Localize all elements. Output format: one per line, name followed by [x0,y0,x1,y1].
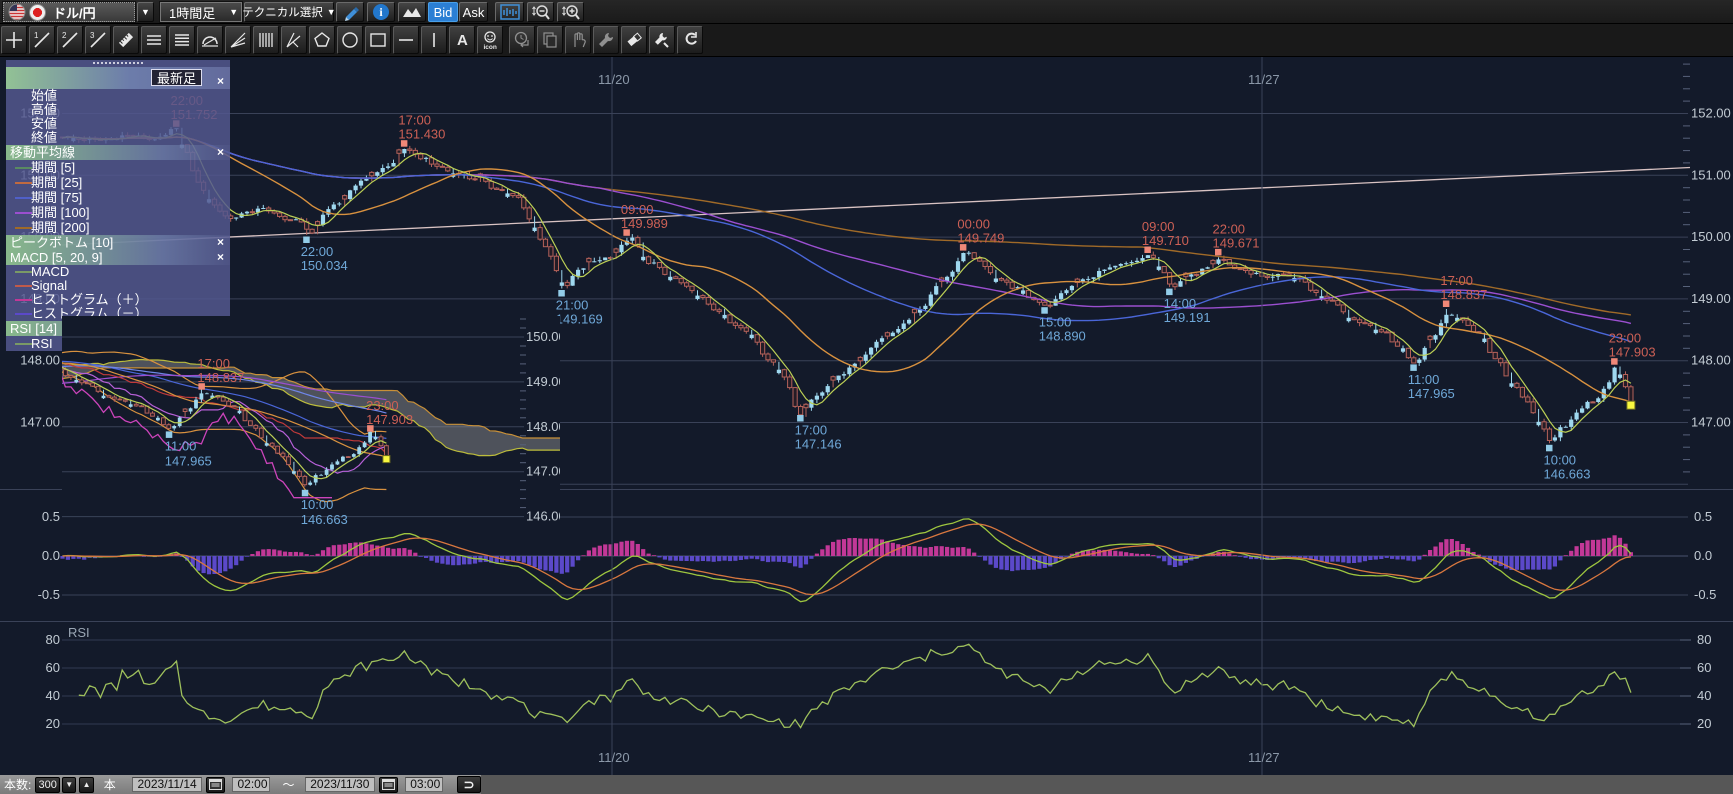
svg-text:147.965: 147.965 [165,453,212,468]
svg-text:147.146: 147.146 [795,437,842,452]
svg-text:11/27: 11/27 [1248,750,1280,765]
svg-text:14:00: 14:00 [1164,296,1197,311]
svg-text:22:00: 22:00 [1213,221,1246,236]
svg-text:-0.5: -0.5 [38,587,60,602]
svg-text:149.191: 149.191 [1164,310,1211,325]
svg-text:147.00: 147.00 [526,464,560,479]
svg-text:148.00: 148.00 [20,353,60,368]
svg-text:-0.5: -0.5 [1694,587,1716,602]
svg-text:149.00: 149.00 [1691,291,1731,306]
svg-text:17:00: 17:00 [197,356,230,371]
svg-text:11/20: 11/20 [598,750,630,765]
svg-text:148.00: 148.00 [1691,353,1731,368]
svg-text:A: A [457,32,468,49]
svg-text:149.169: 149.169 [556,312,603,327]
svg-text:150.00: 150.00 [1691,229,1731,244]
svg-text:149.00: 149.00 [526,374,560,389]
svg-text:147.965: 147.965 [1408,386,1455,401]
svg-text:17:00: 17:00 [1440,273,1473,288]
svg-text:RSI: RSI [68,625,90,640]
svg-text:40: 40 [1697,688,1711,703]
svg-text:149.989: 149.989 [621,216,668,231]
svg-text:21:00: 21:00 [556,298,589,313]
svg-text:10:00: 10:00 [301,497,334,512]
svg-text:147.00: 147.00 [1691,415,1731,430]
svg-text:148.837: 148.837 [1440,287,1487,302]
svg-text:10:00: 10:00 [1544,452,1577,467]
svg-text:23:00: 23:00 [1609,331,1642,346]
svg-text:09:00: 09:00 [1142,219,1175,234]
svg-text:0.0: 0.0 [1694,548,1712,563]
svg-text:60: 60 [46,660,60,675]
svg-text:150.034: 150.034 [301,258,348,273]
svg-text:146.663: 146.663 [301,512,348,527]
svg-text:09:00: 09:00 [621,202,654,217]
svg-text:20: 20 [46,716,60,731]
svg-text:146.00: 146.00 [526,509,560,524]
svg-text:20: 20 [1697,716,1711,731]
svg-text:22:00: 22:00 [301,244,334,259]
svg-text:11/20: 11/20 [598,72,630,87]
svg-text:147.903: 147.903 [366,412,413,427]
svg-text:40: 40 [46,688,60,703]
svg-text:1: 1 [34,31,39,40]
svg-text:147.903: 147.903 [1609,345,1656,360]
svg-text:151.430: 151.430 [398,127,445,142]
svg-text:148.890: 148.890 [1039,329,1086,344]
svg-text:149.749: 149.749 [957,231,1004,246]
svg-text:00:00: 00:00 [957,217,990,232]
svg-text:23:00: 23:00 [366,398,399,413]
svg-text:152.00: 152.00 [1691,106,1731,121]
svg-text:icon: icon [484,44,497,50]
svg-text:148.837: 148.837 [197,370,244,385]
svg-text:15:00: 15:00 [1039,315,1072,330]
svg-text:148.00: 148.00 [526,419,560,434]
svg-text:11/27: 11/27 [1248,72,1280,87]
svg-text:147.00: 147.00 [20,415,60,430]
svg-text:149.671: 149.671 [1213,235,1260,250]
svg-text:2: 2 [62,31,67,40]
svg-text:3: 3 [90,31,95,40]
svg-text:17:00: 17:00 [795,423,828,438]
svg-text:151.00: 151.00 [1691,167,1731,182]
svg-text:11:00: 11:00 [1408,372,1440,387]
svg-text:0.5: 0.5 [1694,509,1712,524]
svg-text:17:00: 17:00 [398,113,431,128]
svg-text:11:00: 11:00 [165,438,197,453]
svg-text:80: 80 [1697,632,1711,647]
svg-text:149.710: 149.710 [1142,233,1189,248]
svg-text:146.663: 146.663 [1544,466,1591,481]
svg-text:80: 80 [46,632,60,647]
svg-text:0.0: 0.0 [42,548,60,563]
svg-text:60: 60 [1697,660,1711,675]
svg-text:0.5: 0.5 [42,509,60,524]
svg-text:150.00: 150.00 [526,329,560,344]
